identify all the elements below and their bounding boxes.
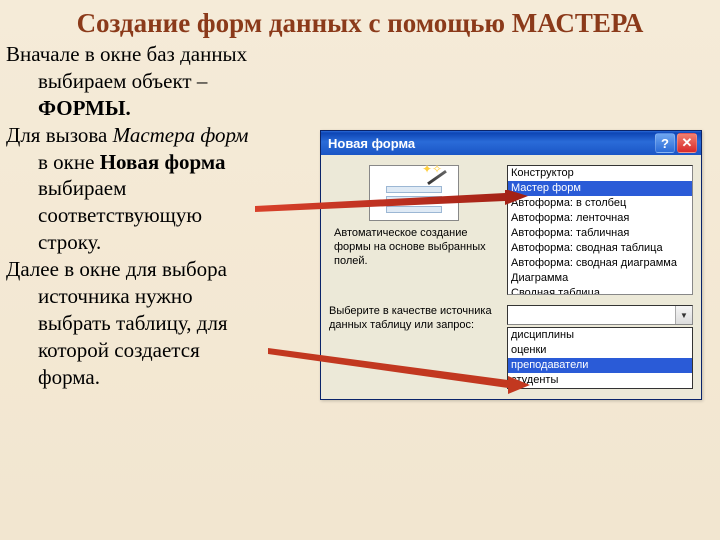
p2-line1a: Для вызова	[6, 123, 113, 147]
p2-line1b: Мастера форм	[113, 123, 249, 147]
chevron-down-icon: ▼	[680, 311, 688, 320]
preview-image: ✦✧	[369, 165, 459, 221]
form-type-option[interactable]: Сводная таблица	[508, 286, 692, 295]
p3-line2: источника нужно	[6, 284, 193, 308]
help-icon: ?	[661, 136, 669, 151]
combo-dropdown-button[interactable]: ▼	[675, 306, 692, 324]
help-button[interactable]: ?	[655, 133, 675, 153]
p3-line1: Далее в окне для выбора	[6, 257, 227, 281]
source-option[interactable]: оценки	[508, 343, 692, 358]
mini-field-icon	[386, 186, 442, 193]
p1-line2: выбираем объект –	[6, 69, 207, 93]
upper-row: ✦✧ Автоматическое создание формы на осно…	[329, 165, 693, 295]
form-type-option[interactable]: Конструктор	[508, 166, 692, 181]
source-dropdown-list[interactable]: дисциплиныоценкипреподавателистуденты	[507, 327, 693, 389]
titlebar-text: Новая форма	[328, 136, 653, 151]
dialog-body: ✦✧ Автоматическое создание формы на осно…	[321, 155, 701, 399]
source-label: Выберите в качестве источника данных таб…	[329, 305, 499, 333]
mini-field-icon	[386, 206, 442, 213]
body-text: Вначале в окне баз данных выбираем объек…	[6, 41, 311, 390]
form-type-option[interactable]: Автоформа: табличная	[508, 226, 692, 241]
source-combo-wrap: ▼ дисциплиныоценкипреподавателистуденты	[507, 305, 693, 389]
titlebar[interactable]: Новая форма ? ✕	[321, 131, 701, 155]
p2-line5: строку.	[6, 230, 101, 254]
p2-line2a: в окне	[6, 150, 100, 174]
close-icon: ✕	[682, 135, 693, 151]
form-type-listbox[interactable]: КонструкторМастер формАвтоформа: в столб…	[507, 165, 693, 295]
lower-row: Выберите в качестве источника данных таб…	[329, 305, 693, 389]
form-type-option[interactable]: Диаграмма	[508, 271, 692, 286]
preview-caption: Автоматическое создание формы на основе …	[334, 227, 494, 268]
source-option[interactable]: дисциплины	[508, 328, 692, 343]
slide-title: Создание форм данных с помощью МАСТЕРА	[0, 0, 720, 41]
p3-line4: которой создается	[6, 338, 200, 362]
form-type-option[interactable]: Мастер форм	[508, 181, 692, 196]
p1-line1: Вначале в окне баз данных	[6, 42, 247, 66]
source-combo-input[interactable]	[508, 306, 675, 324]
p2-line2b: Новая форма	[100, 150, 226, 174]
form-type-option[interactable]: Автоформа: в столбец	[508, 196, 692, 211]
p3-line3: выбрать таблицу, для	[6, 311, 228, 335]
dialog-window: Новая форма ? ✕ ✦✧ Автоматическое со	[320, 130, 702, 400]
p1-line3: ФОРМЫ.	[6, 96, 131, 120]
preview-panel: ✦✧ Автоматическое создание формы на осно…	[329, 165, 499, 268]
new-form-dialog: Новая форма ? ✕ ✦✧ Автоматическое со	[320, 130, 702, 400]
mini-field-icon	[386, 196, 442, 203]
source-option[interactable]: студенты	[508, 373, 692, 388]
p2-line3: выбираем	[6, 176, 126, 200]
form-type-option[interactable]: Автоформа: ленточная	[508, 211, 692, 226]
form-type-option[interactable]: Автоформа: сводная таблица	[508, 241, 692, 256]
source-combobox[interactable]: ▼	[507, 305, 693, 325]
p2-line4: соответствующую	[6, 203, 202, 227]
p3-line5: форма.	[6, 365, 100, 389]
close-button[interactable]: ✕	[677, 133, 697, 153]
source-option[interactable]: преподаватели	[508, 358, 692, 373]
form-type-option[interactable]: Автоформа: сводная диаграмма	[508, 256, 692, 271]
